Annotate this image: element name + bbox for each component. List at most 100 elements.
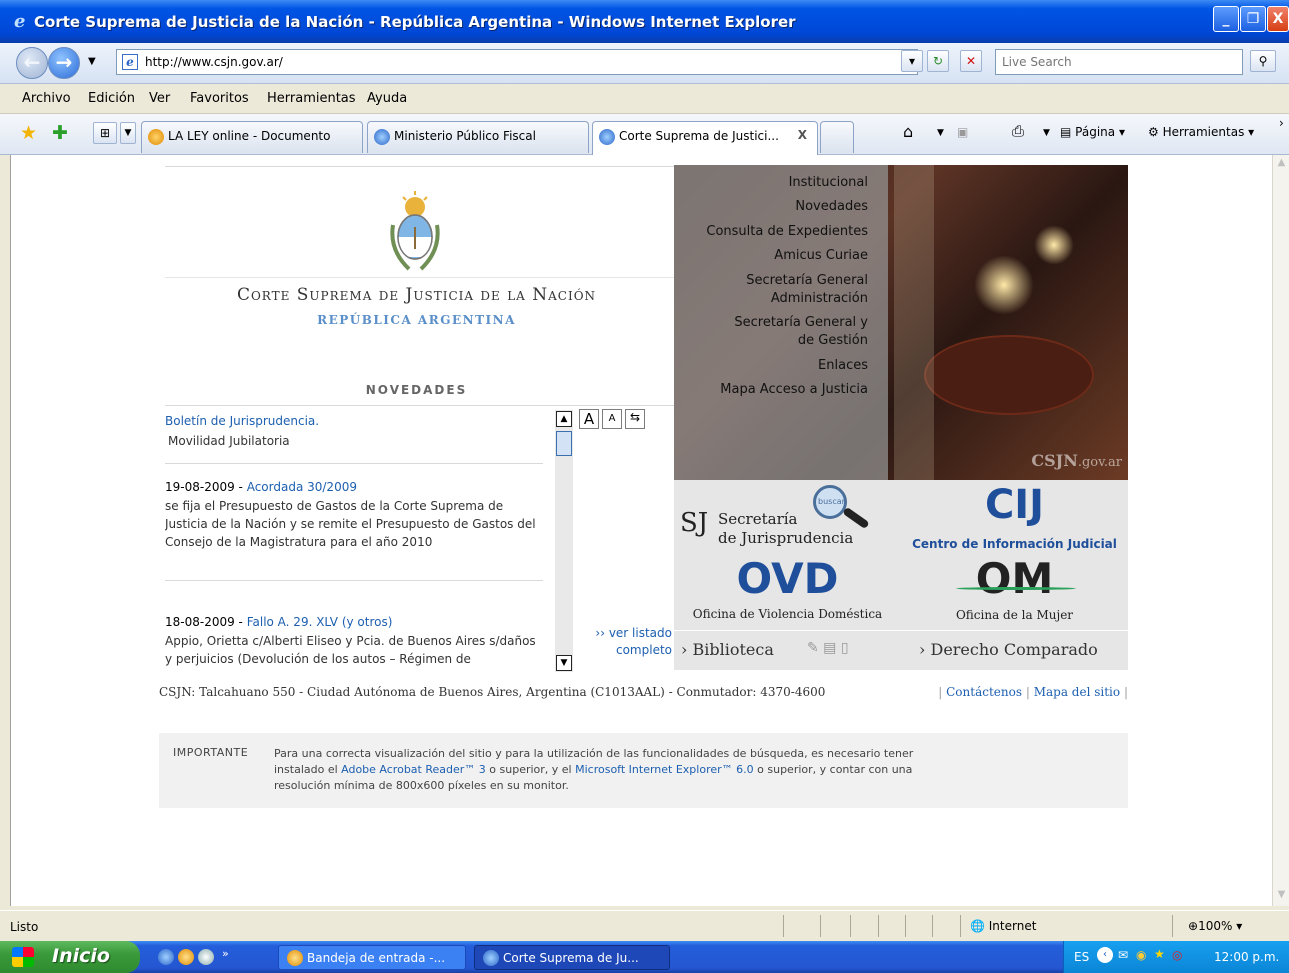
contact-link[interactable]: Contáctenos: [946, 685, 1022, 699]
nav-institucional[interactable]: Institucional: [789, 174, 868, 192]
tab-list-dropdown-icon[interactable]: ▼: [120, 122, 136, 144]
sitemap-link[interactable]: Mapa del sitio: [1034, 685, 1120, 699]
scroll-thumb[interactable]: [556, 431, 572, 456]
nav-secretaria-gestion[interactable]: Secretaría General y de Gestión: [728, 314, 868, 350]
ie-quicklaunch-icon[interactable]: [158, 949, 174, 965]
quick-tabs-icon[interactable]: ⊞: [93, 122, 117, 144]
tab-corte-suprema[interactable]: Corte Suprema de Justici... X: [592, 121, 818, 155]
close-button[interactable]: X: [1267, 6, 1289, 32]
task-label: Corte Suprema de Ju...: [503, 951, 639, 965]
tab-ministerio[interactable]: Ministerio Público Fiscal: [367, 121, 589, 153]
news-text: Appio, Orietta c/Alberti Eliseo y Pcia. …: [165, 634, 536, 666]
security-zone[interactable]: 🌐 Internet: [970, 919, 1036, 933]
scroll-down-icon[interactable]: ▼: [1275, 889, 1288, 904]
tile-secretaria-jurisprudencia[interactable]: SJ Secretaría de Jurisprudencia buscar: [674, 480, 901, 560]
favorites-star-icon[interactable]: ★: [20, 122, 37, 144]
search-input[interactable]: [996, 50, 1242, 74]
om-label: Oficina de la Mujer: [955, 608, 1074, 622]
quicklaunch-chevron-icon[interactable]: »: [222, 947, 229, 960]
home-dropdown-icon[interactable]: ▼: [937, 128, 944, 138]
biblioteca-link[interactable]: › Biblioteca: [681, 640, 774, 659]
language-indicator[interactable]: ES: [1074, 950, 1089, 964]
news-scrollbar[interactable]: ▲ ▼: [555, 410, 573, 672]
menu-ver[interactable]: Ver: [149, 91, 170, 106]
start-button[interactable]: Inicio: [0, 941, 140, 973]
restore-button[interactable]: ❐: [1240, 6, 1266, 32]
scroll-up-icon[interactable]: ▲: [556, 411, 572, 427]
print-dropdown-icon[interactable]: ▼: [1043, 128, 1050, 138]
minimize-button[interactable]: _: [1213, 6, 1239, 32]
tile-om[interactable]: OM Oficina de la Mujer: [901, 554, 1128, 630]
ver-listado-link[interactable]: ›› ver listado completo: [577, 625, 672, 659]
tile-biblioteca[interactable]: › Biblioteca ✎ ▤ ▯: [674, 630, 901, 670]
feeds-icon[interactable]: ▣: [957, 125, 968, 139]
tray-expand-icon[interactable]: ‹: [1097, 947, 1113, 963]
derecho-comparado-link[interactable]: › Derecho Comparado: [919, 640, 1098, 659]
system-tray: ES ‹ ✉ ◉ ★ ◎ 12:00 p.m.: [1063, 941, 1289, 973]
chevron-more-icon[interactable]: ›: [1279, 116, 1284, 130]
url-text[interactable]: http://www.csjn.gov.ar/: [145, 55, 283, 69]
tab-label: Corte Suprema de Justici...: [619, 129, 779, 143]
address-dropdown-button[interactable]: ▾: [901, 50, 923, 72]
page-scrollbar[interactable]: ▲ ▼: [1272, 155, 1289, 906]
cij-label: Centro de Información Judicial: [912, 537, 1117, 551]
outlook-quicklaunch-icon[interactable]: [178, 949, 194, 965]
font-decrease-button[interactable]: A: [602, 409, 622, 429]
stop-button[interactable]: ✕: [960, 50, 982, 72]
nav-consulta-expedientes[interactable]: Consulta de Expedientes: [706, 223, 868, 241]
menu-archivo[interactable]: Archivo: [22, 91, 71, 106]
tools-menu-button[interactable]: ⚙ Herramientas ▾: [1148, 125, 1254, 139]
mail-tray-icon[interactable]: ✉: [1118, 948, 1128, 962]
history-dropdown-icon[interactable]: ▼: [88, 56, 96, 67]
news-link[interactable]: Boletín de Jurisprudencia.: [165, 414, 319, 428]
acrobat-link[interactable]: Adobe Acrobat Reader™ 3: [341, 763, 486, 776]
window-title-bar[interactable]: e Corte Suprema de Justicia de la Nación…: [0, 0, 1289, 43]
back-button[interactable]: ←: [16, 47, 48, 79]
font-reset-button[interactable]: ⇆: [625, 409, 645, 429]
menu-favoritos[interactable]: Favoritos: [190, 91, 249, 106]
nav-amicus-curiae[interactable]: Amicus Curiae: [774, 247, 868, 265]
desktop-quicklaunch-icon[interactable]: [198, 949, 214, 965]
ie-download-link[interactable]: Microsoft Internet Explorer™ 6.0: [575, 763, 754, 776]
refresh-button[interactable]: ↻: [927, 50, 949, 72]
star-tray-icon[interactable]: ★: [1154, 947, 1165, 961]
menu-ayuda[interactable]: Ayuda: [367, 91, 407, 106]
site-left-column: Corte Suprema de Justicia de la Nación R…: [159, 165, 674, 683]
scroll-up-icon[interactable]: ▲: [1275, 157, 1288, 172]
search-button[interactable]: ⚲: [1250, 50, 1276, 72]
tile-cij[interactable]: CIJ Centro de Información Judicial: [901, 480, 1128, 560]
nav-enlaces[interactable]: Enlaces: [818, 357, 868, 375]
antivirus-tray-icon[interactable]: ◎: [1172, 948, 1182, 962]
task-bandeja[interactable]: Bandeja de entrada -...: [278, 945, 466, 970]
csjn-site: Corte Suprema de Justicia de la Nación R…: [159, 165, 1128, 808]
close-tab-icon[interactable]: X: [798, 128, 807, 142]
tab-la-ley[interactable]: LA LEY online - Documento: [141, 121, 363, 153]
scroll-down-icon[interactable]: ▼: [556, 655, 572, 671]
nav-secretaria-administracion[interactable]: Secretaría General Administración: [718, 272, 868, 308]
forward-button[interactable]: →: [48, 47, 80, 79]
new-tab-button[interactable]: [820, 121, 854, 153]
clock[interactable]: 12:00 p.m.: [1214, 950, 1279, 964]
news-link[interactable]: Fallo A. 29. XLV (y otros): [247, 615, 393, 629]
page-viewport[interactable]: Corte Suprema de Justicia de la Nación R…: [10, 155, 1272, 906]
emblem-divider: [165, 277, 674, 278]
address-field[interactable]: e http://www.csjn.gov.ar/: [116, 49, 918, 75]
print-icon[interactable]: ⎙: [1012, 122, 1024, 140]
font-increase-button[interactable]: A: [579, 409, 599, 429]
nav-novedades[interactable]: Novedades: [795, 198, 868, 216]
news-text: se fija el Presupuesto de Gastos de la C…: [165, 499, 536, 549]
news-link[interactable]: Acordada 30/2009: [247, 480, 357, 494]
nav-mapa-acceso-justicia[interactable]: Mapa Acceso a Justicia: [720, 381, 868, 399]
menu-edicion[interactable]: Edición: [88, 91, 135, 106]
add-favorite-icon[interactable]: ✚: [52, 122, 68, 144]
home-icon[interactable]: ⌂: [903, 122, 913, 141]
tile-ovd[interactable]: OVD Oficina de Violencia Doméstica: [674, 554, 901, 630]
search-box[interactable]: [995, 49, 1243, 75]
menu-herramientas[interactable]: Herramientas: [267, 91, 356, 106]
task-corte-suprema[interactable]: Corte Suprema de Ju...: [474, 945, 670, 970]
outlook-tray-icon[interactable]: ◉: [1136, 948, 1146, 962]
page-menu-button[interactable]: ▤ Página ▾: [1060, 125, 1125, 139]
tile-derecho-comparado[interactable]: › Derecho Comparado: [901, 630, 1128, 670]
task-label: Bandeja de entrada -...: [307, 951, 446, 965]
zoom-control[interactable]: ⊕100% ▾: [1188, 919, 1242, 933]
